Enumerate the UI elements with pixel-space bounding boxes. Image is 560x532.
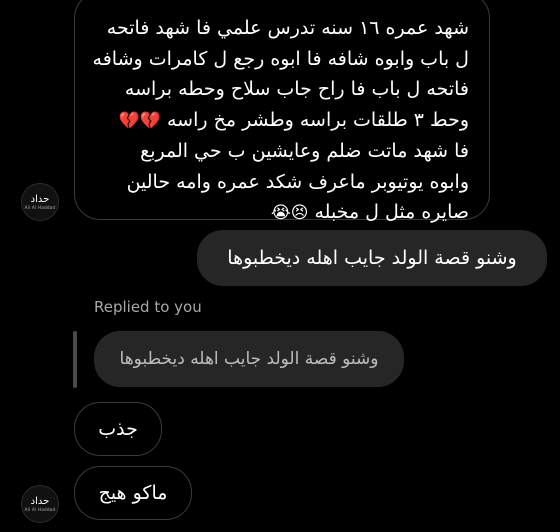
message-line: فا شهد ماتت ضلم وعايشين ب حي المربع	[140, 140, 469, 162]
message-line: ل باب وابوه شافه فا ابوه رجع ل كامرات وش…	[92, 47, 469, 70]
replied-to-you-label: Replied to you	[94, 298, 202, 316]
avatar-subtext: Ali Al Haddad	[24, 205, 56, 210]
incoming-message-bubble[interactable]: شهد عمره ١٦ سنه تدرس علمي فا شهد فاتحه ل…	[74, 0, 490, 223]
reply-indicator-bar	[73, 331, 77, 388]
message-line: صايره مثل ل مخبله 😣😭	[93, 197, 469, 229]
incoming-message-bubble[interactable]: ماكو هيج	[74, 466, 192, 520]
quoted-message-text: وشنو قصة الولد جايب اهله ديخطبوها	[119, 349, 379, 369]
incoming-message-text: ماكو هيج	[98, 482, 168, 504]
avatar-subtext: Ali Al Haddad	[24, 507, 56, 512]
message-line: وابوه يوتيوبر ماعرف شكد عمره وامه حالين	[126, 170, 469, 193]
incoming-message-bubble[interactable]: جذب	[74, 402, 162, 456]
quoted-message-bubble[interactable]: وشنو قصة الولد جايب اهله ديخطبوها	[94, 331, 404, 387]
incoming-message-text: جذب	[98, 418, 138, 440]
message-line: فاتحه ل باب فا راح جاب سلاح وحطه براسه	[124, 78, 469, 100]
face-emoji: 😣😭	[270, 203, 309, 223]
outgoing-message-bubble[interactable]: وشنو قصة الولد جايب اهله ديخطبوها	[197, 230, 547, 286]
avatar-name: حداد	[30, 496, 50, 507]
message-line-text: صايره مثل ل مخبله	[314, 201, 469, 223]
message-line: شهد عمره ١٦ سنه تدرس علمي فا شهد فاتحه	[106, 17, 469, 39]
sender-avatar[interactable]: حداد Ali Al Haddad	[21, 485, 59, 523]
sender-avatar[interactable]: حداد Ali Al Haddad	[21, 183, 59, 221]
message-line-text: وحط ٣ طلقات براسه وطشر مخ راسه	[166, 108, 469, 131]
message-line: وحط ٣ طلقات براسه وطشر مخ راسه 💔💔	[93, 105, 469, 137]
outgoing-message-text: وشنو قصة الولد جايب اهله ديخطبوها	[227, 247, 517, 269]
avatar-name: حداد	[30, 194, 50, 205]
broken-heart-emoji: 💔💔	[118, 110, 161, 131]
